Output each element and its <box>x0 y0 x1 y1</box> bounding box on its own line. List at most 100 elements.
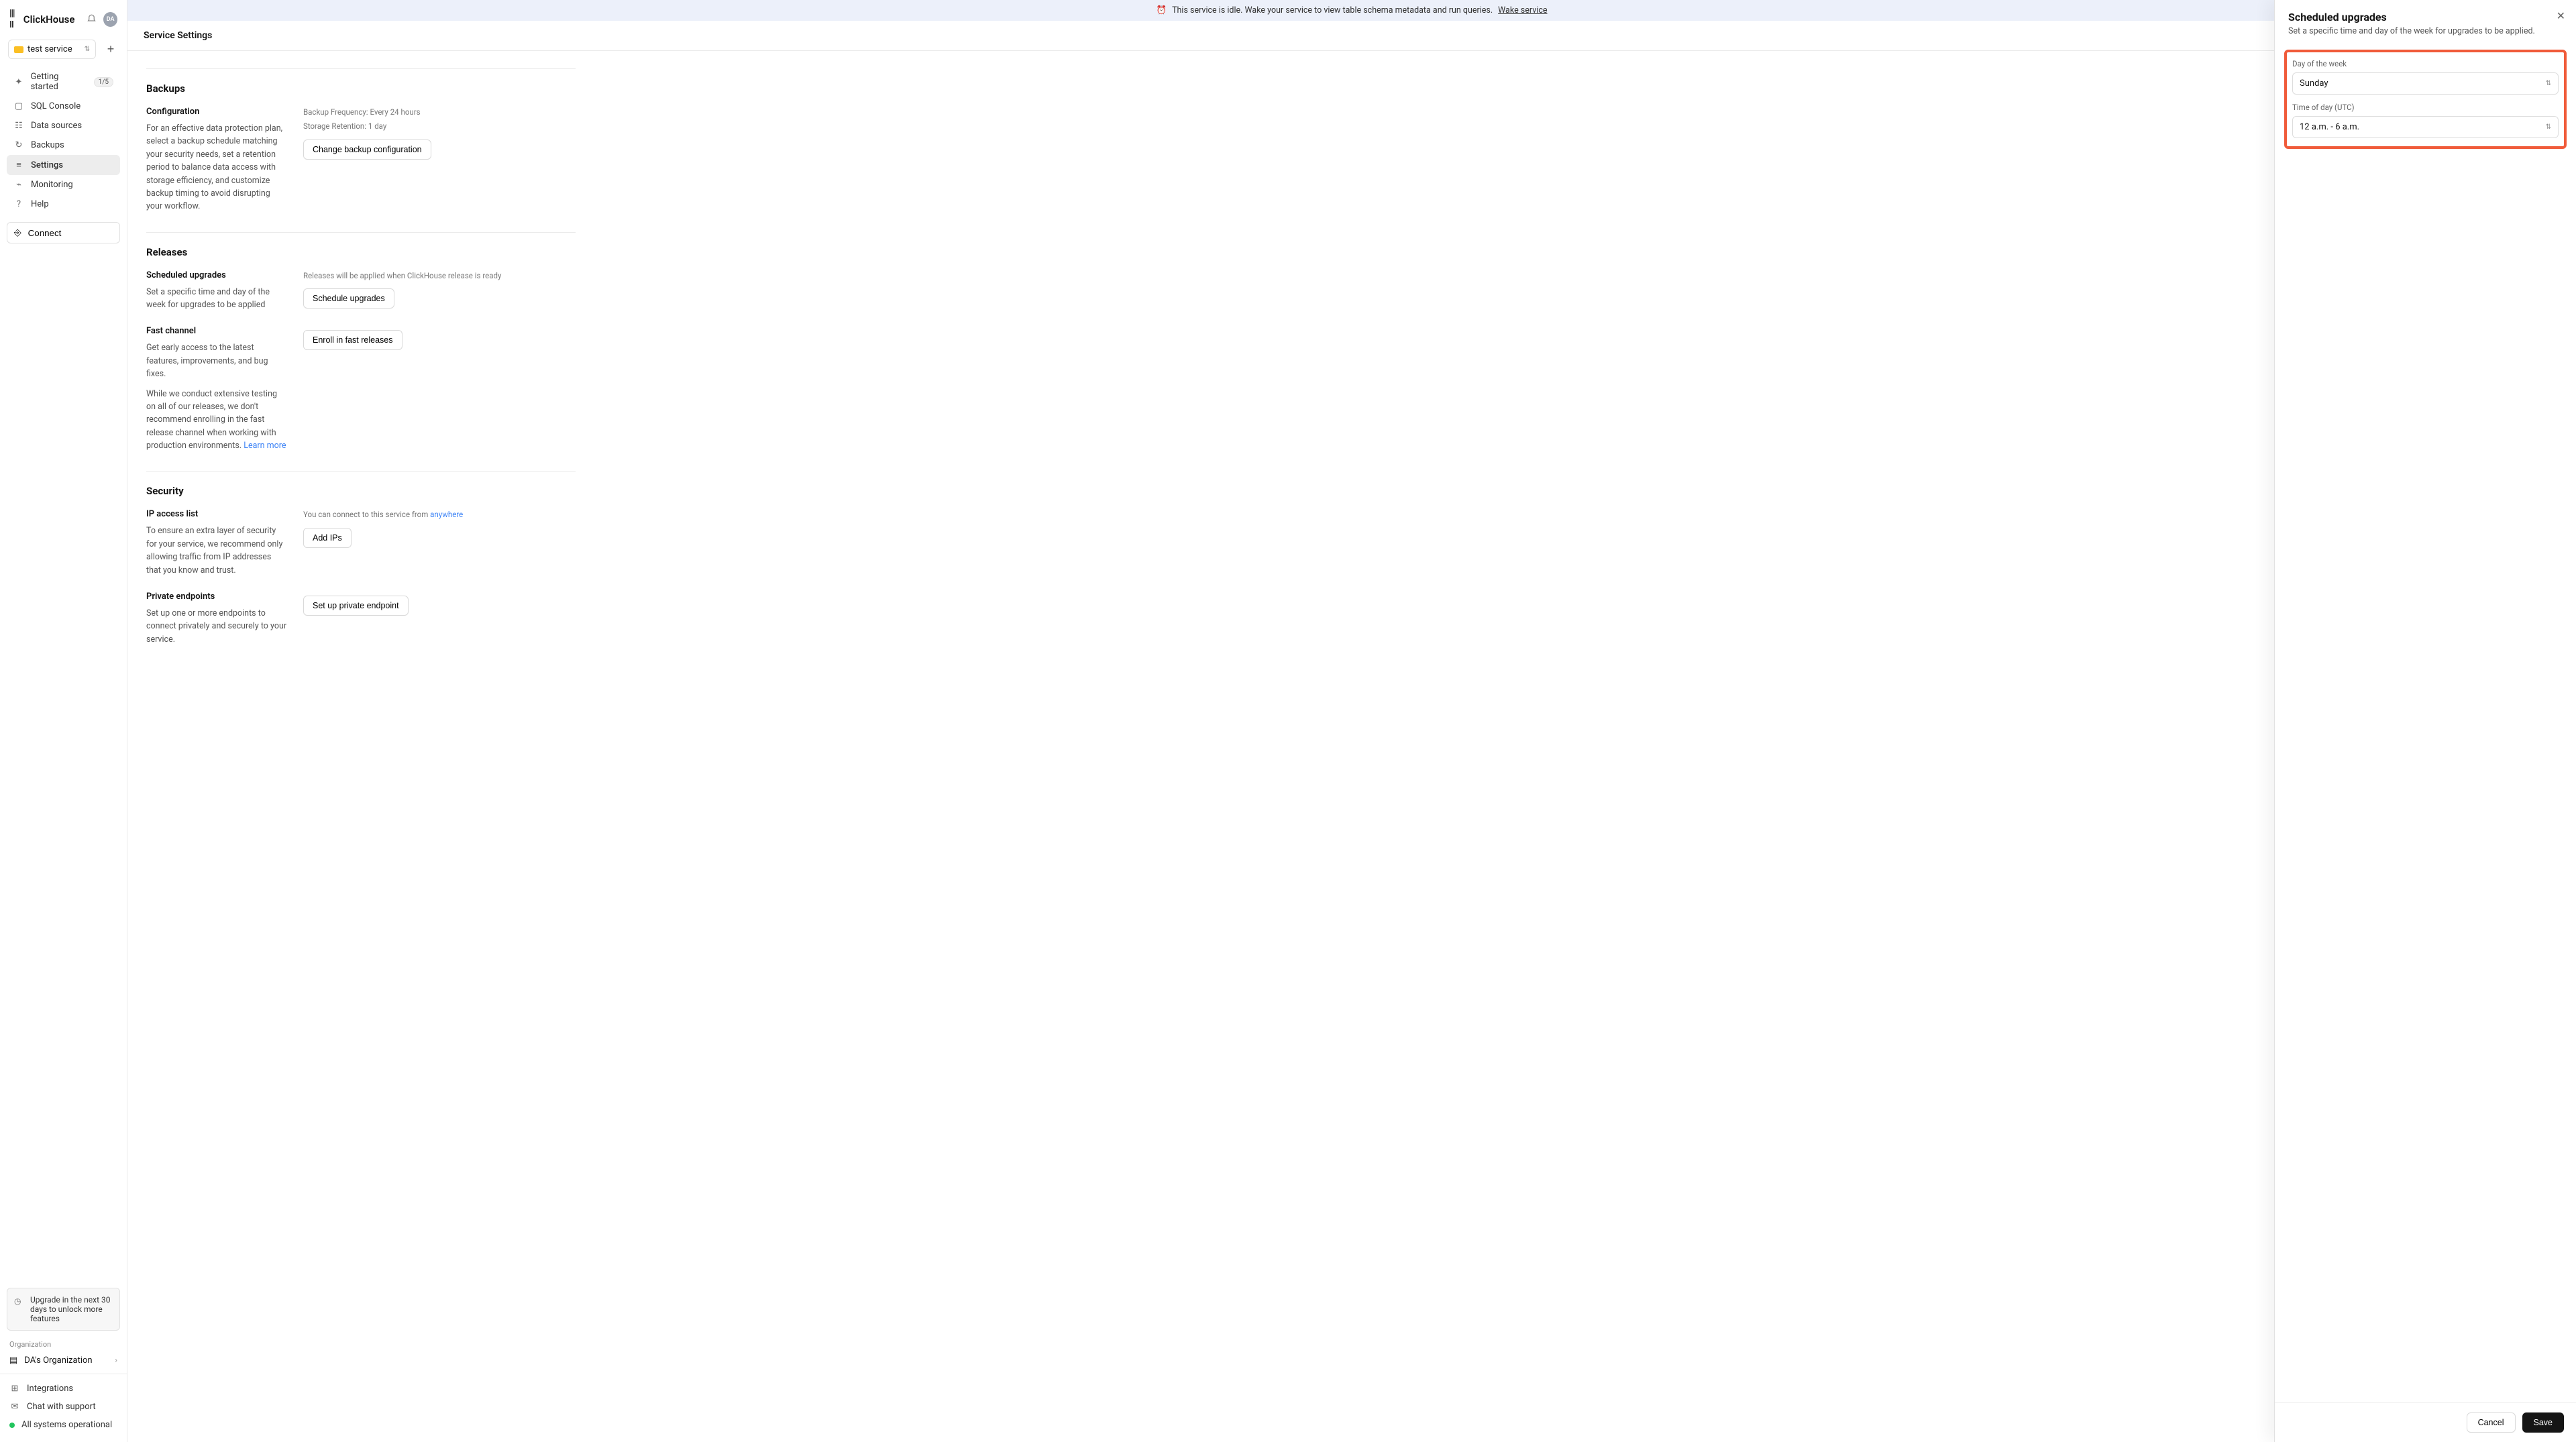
highlighted-form-area: Day of the week Sunday ⇅ Time of day (UT… <box>2284 50 2567 149</box>
org-name: DA's Organization <box>24 1355 92 1366</box>
help-icon: ? <box>13 199 24 209</box>
nav-label: Backups <box>31 140 64 150</box>
updown-icon: ⇅ <box>85 46 90 53</box>
time-of-day-label: Time of day (UTC) <box>2292 103 2559 112</box>
footer-nav: ⊞ Integrations ✉ Chat with support All s… <box>0 1374 127 1434</box>
backups-heading: Backups <box>146 82 576 95</box>
day-of-week-label: Day of the week <box>2292 59 2559 68</box>
chat-icon: ✉ <box>9 1402 20 1412</box>
nav-label: Chat with support <box>27 1402 96 1412</box>
releases-heading: Releases <box>146 246 576 258</box>
time-of-day-select[interactable]: 12 a.m. - 6 a.m. ⇅ <box>2292 116 2559 138</box>
logo-icon: |||‖ <box>9 8 18 30</box>
day-value: Sunday <box>2300 78 2328 89</box>
drawer-subtitle: Set a specific time and day of the week … <box>2288 26 2563 36</box>
clock-icon: ◷ <box>14 1296 25 1306</box>
rocket-icon: ✦ <box>13 77 24 87</box>
fast-channel-desc2: While we conduct extensive testing on al… <box>146 388 287 453</box>
nav-monitoring[interactable]: ⌁ Monitoring <box>7 175 120 195</box>
nav-sql-console[interactable]: ▢ SQL Console <box>7 97 120 116</box>
change-backup-button[interactable]: Change backup configuration <box>303 140 431 160</box>
nav-getting-started[interactable]: ✦ Getting started 1/5 <box>7 67 120 97</box>
section-releases: Releases Scheduled upgrades Set a specif… <box>146 232 576 453</box>
nav-status[interactable]: All systems operational <box>0 1416 127 1434</box>
release-meta: Releases will be applied when ClickHouse… <box>303 270 576 282</box>
upgrade-card[interactable]: ◷ Upgrade in the next 30 days to unlock … <box>7 1288 120 1331</box>
connect-button[interactable]: ⎆ Connect <box>7 222 120 243</box>
progress-badge: 1/5 <box>94 77 113 87</box>
nav-label: All systems operational <box>21 1420 112 1430</box>
wake-service-link[interactable]: Wake service <box>1498 5 1547 15</box>
org-section-label: Organization <box>0 1337 127 1351</box>
nav-help[interactable]: ? Help <box>7 195 120 214</box>
alarm-icon: ⏰ <box>1156 5 1167 15</box>
database-icon: ☷ <box>13 121 24 131</box>
sidebar: |||‖ ClickHouse DA test service ⇅ + ✦ Ge… <box>0 0 127 1442</box>
scheduled-upgrades-desc: Set a specific time and day of the week … <box>146 286 287 312</box>
ip-access-desc: To ensure an extra layer of security for… <box>146 524 287 577</box>
setup-private-endpoint-button[interactable]: Set up private endpoint <box>303 596 409 616</box>
service-selector[interactable]: test service ⇅ <box>8 40 96 59</box>
org-selector[interactable]: ▤ DA's Organization › <box>0 1351 127 1374</box>
security-heading: Security <box>146 485 576 497</box>
idle-banner: ⏰ This service is idle. Wake your servic… <box>127 0 2576 21</box>
nav-label: Integrations <box>27 1384 73 1394</box>
building-icon: ▤ <box>9 1355 17 1366</box>
puzzle-icon: ⊞ <box>9 1384 20 1394</box>
upgrade-text: Upgrade in the next 30 days to unlock mo… <box>30 1295 113 1323</box>
add-ips-button[interactable]: Add IPs <box>303 528 352 548</box>
ip-access-meta: You can connect to this service from any… <box>303 509 576 520</box>
chevron-right-icon: › <box>115 1355 117 1366</box>
fast-channel-desc1: Get early access to the latest features,… <box>146 341 287 380</box>
drawer-title: Scheduled upgrades <box>2288 11 2563 23</box>
ip-access-heading: IP access list <box>146 509 287 519</box>
day-of-week-select[interactable]: Sunday ⇅ <box>2292 72 2559 95</box>
brand-name: ClickHouse <box>23 13 75 25</box>
nav-label: Settings <box>31 160 63 170</box>
nav-data-sources[interactable]: ☷ Data sources <box>7 116 120 135</box>
anywhere-link[interactable]: anywhere <box>430 510 463 519</box>
bell-icon[interactable] <box>85 13 98 26</box>
configuration-desc: For an effective data protection plan, s… <box>146 122 287 213</box>
time-value: 12 a.m. - 6 a.m. <box>2300 122 2359 132</box>
scheduled-upgrades-heading: Scheduled upgrades <box>146 270 287 280</box>
updown-icon: ⇅ <box>2546 123 2551 131</box>
nav-settings[interactable]: ≡ Settings <box>7 155 120 175</box>
history-icon: ↻ <box>13 140 24 150</box>
nav-label: Getting started <box>31 72 87 92</box>
save-button[interactable]: Save <box>2522 1412 2565 1433</box>
nav-integrations[interactable]: ⊞ Integrations <box>0 1380 127 1398</box>
main: ⏰ This service is idle. Wake your servic… <box>127 0 2576 1442</box>
add-service-button[interactable]: + <box>101 40 120 59</box>
service-name: test service <box>28 44 72 54</box>
private-endpoints-heading: Private endpoints <box>146 592 287 602</box>
schedule-upgrades-button[interactable]: Schedule upgrades <box>303 288 394 309</box>
page-title: Service Settings <box>127 21 2576 51</box>
fast-channel-heading: Fast channel <box>146 326 287 336</box>
avatar[interactable]: DA <box>103 12 117 27</box>
nav-label: SQL Console <box>31 101 80 111</box>
section-backups: Backups Configuration For an effective d… <box>146 66 576 213</box>
nav-backups[interactable]: ↻ Backups <box>7 135 120 155</box>
sliders-icon: ≡ <box>13 160 24 170</box>
nav-label: Data sources <box>31 121 82 131</box>
service-color-icon <box>14 46 23 53</box>
updown-icon: ⇅ <box>2546 80 2551 87</box>
enroll-fast-releases-button[interactable]: Enroll in fast releases <box>303 330 402 350</box>
status-dot-icon <box>9 1423 15 1428</box>
storage-retention: Storage Retention: 1 day <box>303 121 576 132</box>
configuration-heading: Configuration <box>146 107 287 117</box>
content: Backups Configuration For an effective d… <box>127 51 2576 1442</box>
connect-label: Connect <box>28 228 62 238</box>
nav-label: Help <box>31 199 49 209</box>
cancel-button[interactable]: Cancel <box>2467 1412 2516 1433</box>
plug-icon: ⎆ <box>14 227 21 238</box>
learn-more-link[interactable]: Learn more <box>244 441 286 451</box>
close-drawer-button[interactable]: ✕ <box>2557 9 2565 23</box>
nav-label: Monitoring <box>31 180 73 190</box>
banner-text: This service is idle. Wake your service … <box>1172 5 1493 15</box>
scheduled-upgrades-drawer: Scheduled upgrades Set a specific time a… <box>2274 0 2576 1442</box>
nav-chat-support[interactable]: ✉ Chat with support <box>0 1398 127 1416</box>
pulse-icon: ⌁ <box>13 180 24 190</box>
terminal-icon: ▢ <box>13 101 24 111</box>
